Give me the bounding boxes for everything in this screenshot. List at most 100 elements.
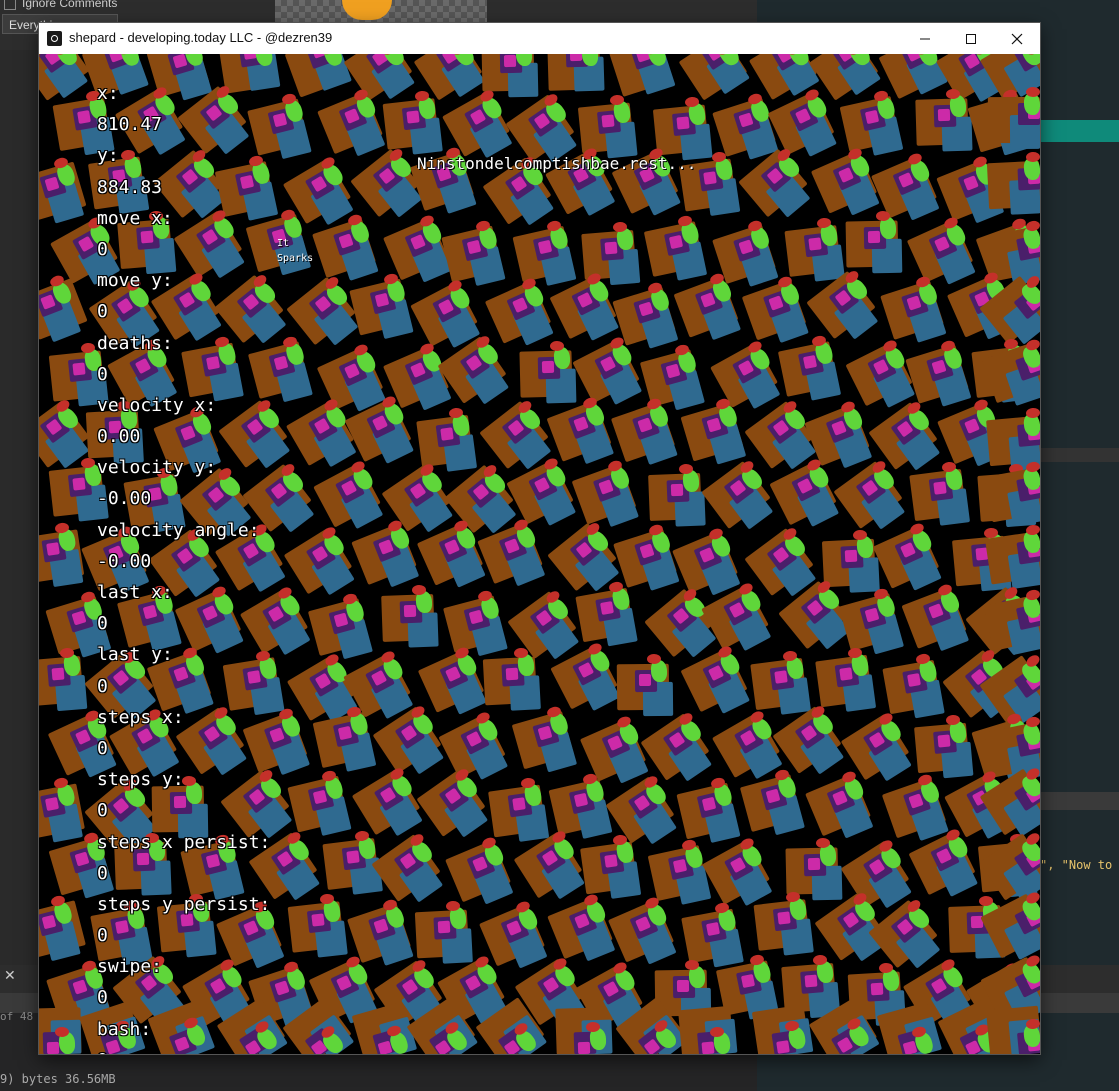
- checkbox-box[interactable]: [4, 0, 16, 10]
- sprite-tile: [705, 922, 720, 937]
- sprite-tile: [852, 529, 867, 540]
- game-window[interactable]: shepard - developing.today LLC - @dezren…: [39, 23, 1040, 1054]
- minimize-button[interactable]: [902, 23, 948, 54]
- ignore-comments-checkbox[interactable]: Ignore Comments: [4, 0, 117, 10]
- sprite-tile: [570, 54, 583, 62]
- sprite-tile: [604, 241, 617, 255]
- ide-divider: [1040, 448, 1119, 462]
- stat-label: move y:: [97, 270, 173, 292]
- sprite-tile: [937, 109, 951, 122]
- code-string: ", "Now to c: [1040, 858, 1119, 872]
- sprite-tile: [870, 982, 884, 995]
- stat-label: last y:: [97, 644, 173, 666]
- stat-value: 0: [97, 737, 108, 759]
- sprite-tile: [51, 667, 65, 681]
- stat-label: swipe:: [97, 956, 163, 978]
- sprite-tile: [311, 913, 325, 927]
- stat-label: steps y:: [97, 769, 184, 791]
- stat-label: x:: [97, 83, 119, 104]
- sprite-tile: [978, 895, 993, 906]
- sprite-tile: [777, 911, 791, 926]
- sprite-tile: [585, 1021, 600, 1033]
- stat-value: -0.00: [97, 488, 152, 510]
- sprite-tile: [345, 850, 360, 864]
- sprite-tile: [668, 234, 684, 250]
- stat-value: 884.83: [97, 176, 163, 198]
- sprite-tile: [512, 796, 526, 811]
- sprite-tile: [907, 673, 921, 687]
- stat-label: velocity y:: [97, 457, 217, 479]
- stat-value: 0: [97, 613, 108, 635]
- close-button[interactable]: [994, 23, 1040, 54]
- sprite-tile: [776, 1039, 790, 1054]
- stat-label: velocity angle:: [97, 519, 260, 541]
- close-icon[interactable]: ✕: [4, 968, 16, 984]
- sprite-tile: [612, 221, 627, 233]
- stat-label: bash:: [97, 1018, 152, 1040]
- stat-value: 0: [97, 363, 108, 385]
- stat-value: -0.00: [97, 550, 152, 572]
- stat-value: 0: [97, 987, 108, 1009]
- sprite-tile: [933, 481, 947, 495]
- sprite-tile: [601, 114, 615, 128]
- sprite-tile: [774, 669, 789, 684]
- stat-label: move x:: [97, 207, 173, 229]
- floating-text: It Sparks: [277, 236, 313, 266]
- sprite-tile: [45, 542, 60, 556]
- ide-left-panel: [0, 50, 40, 970]
- sprite-tile: [673, 858, 688, 873]
- sprite-tile: [844, 549, 857, 562]
- stat-value: 810.47: [97, 114, 163, 136]
- sprite-tile: [440, 426, 454, 441]
- ignore-comments-label: Ignore Comments: [22, 0, 118, 10]
- stat-label: velocity x:: [97, 394, 217, 416]
- sprite-tile: [406, 110, 420, 124]
- maximize-icon: [966, 33, 976, 44]
- window-titlebar[interactable]: shepard - developing.today LLC - @dezren…: [39, 23, 1040, 54]
- sprite-tile: [671, 484, 684, 497]
- sprite-tile: [676, 116, 690, 130]
- sprite-tile: [505, 667, 519, 681]
- sprite-tile: [702, 170, 717, 185]
- minimize-icon: [920, 38, 930, 39]
- sprite-tile: [804, 974, 818, 988]
- sprite-tile: [72, 477, 86, 491]
- sprite-tile: [638, 673, 651, 687]
- sprite-tile: [838, 666, 853, 681]
- sprite-tile: [701, 1041, 715, 1054]
- stat-value: 0: [97, 800, 108, 822]
- sprite-tile: [537, 239, 553, 255]
- sprite-tile: [403, 604, 417, 618]
- stat-value: 0: [97, 301, 108, 323]
- sprite-tile: [541, 360, 554, 374]
- code-snippet: ", "Now to c: [1040, 858, 1119, 872]
- sprite-tile: [71, 362, 86, 376]
- sprite-tile: [816, 837, 831, 848]
- stat-label: y:: [97, 145, 119, 167]
- stat-label: last x:: [97, 582, 173, 603]
- ide-divider: [1040, 792, 1119, 810]
- game-message: Ninstondelcomptishbae.rest...: [417, 154, 697, 173]
- sprite-tile: [503, 55, 516, 68]
- ide-active-tab[interactable]: [1040, 120, 1119, 142]
- stat-value: 0: [97, 862, 108, 884]
- sprite-tile: [437, 921, 451, 934]
- sprite-tile: [864, 109, 879, 124]
- debug-stats: x: 810.47 y: 884.83 move x: 0 move y: 0 deaths: 0…: [97, 78, 270, 1054]
- stat-value: 0: [97, 238, 108, 260]
- game-canvas[interactable]: x: 810.47 y: 884.83 move x: 0 move y: 0 deaths: 0…: [39, 54, 1040, 1054]
- sprite-tile: [802, 354, 818, 369]
- sprite-tile: [604, 854, 618, 868]
- sprite-tile: [1025, 523, 1040, 536]
- sprite-tile: [676, 979, 689, 992]
- maximize-button[interactable]: [948, 23, 994, 54]
- sprite-tile: [47, 1041, 60, 1054]
- stat-label: steps x persist:: [97, 831, 271, 853]
- sprite-tile: [273, 355, 289, 371]
- sprite-tile: [808, 857, 821, 870]
- stat-value: 0.00: [97, 426, 141, 448]
- stat-value: 0: [97, 675, 108, 697]
- stat-label: steps x:: [97, 706, 184, 728]
- sprite-tile: [599, 601, 614, 616]
- sprite-tile: [868, 230, 881, 244]
